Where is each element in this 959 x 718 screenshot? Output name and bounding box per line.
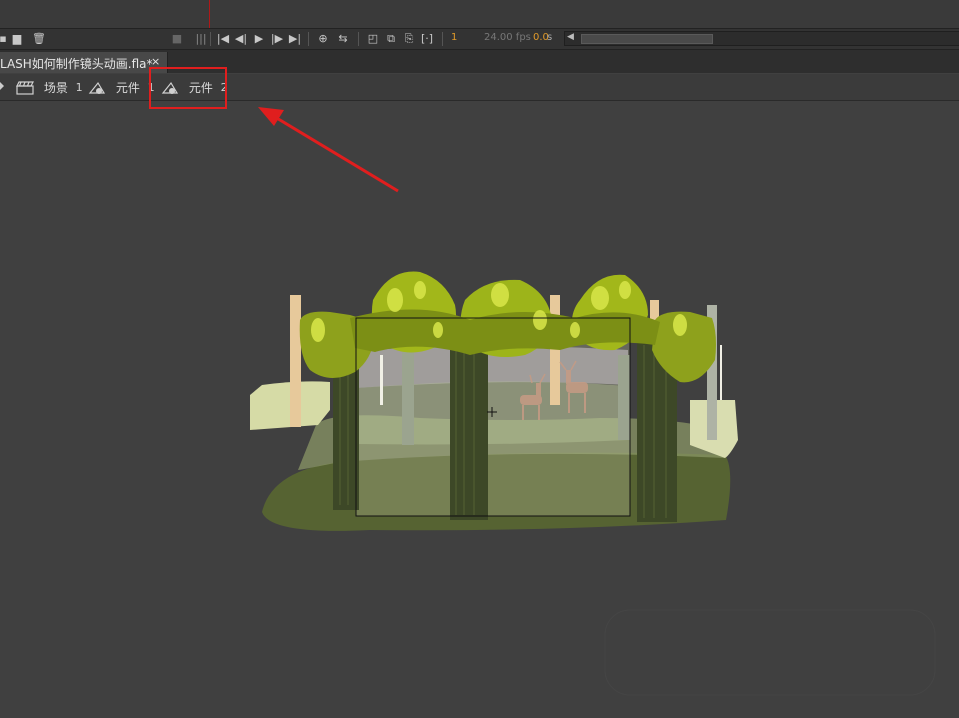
annotation-highlight-box xyxy=(149,67,227,109)
back-tree-trunk xyxy=(550,295,560,405)
mid-tree-trunk xyxy=(402,350,414,445)
foreground-tree-trunk xyxy=(333,360,359,510)
faint-ghost-shape xyxy=(604,609,936,696)
back-tree-trunk xyxy=(290,295,301,427)
birch-stick xyxy=(720,345,722,400)
birch-stick xyxy=(380,355,383,405)
mid-tree-trunk xyxy=(618,355,630,440)
stage-canvas[interactable] xyxy=(0,0,959,718)
